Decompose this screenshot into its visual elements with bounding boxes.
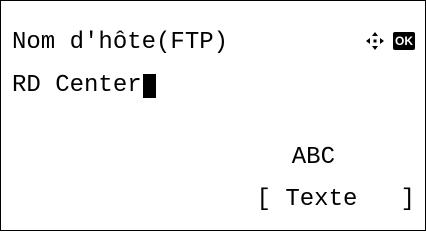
status-icons: OK xyxy=(365,31,415,51)
text-cursor xyxy=(142,74,156,98)
softkey-bracket-left: [ xyxy=(256,186,271,213)
softkey-label: Texte xyxy=(285,186,358,213)
input-mode-indicator: ABC xyxy=(291,144,335,171)
softkey-bracket-right: ] xyxy=(400,186,415,213)
input-value: RD Center xyxy=(12,72,142,99)
ok-key-icon: OK xyxy=(393,32,415,50)
lcd-panel: Nom d'hôte(FTP) OK RD Center ABC [ Texte… xyxy=(0,0,426,231)
text-input-field[interactable]: RD Center xyxy=(12,72,156,100)
softkey-text-button[interactable]: [ Texte ] xyxy=(257,186,415,214)
field-title: Nom d'hôte(FTP) xyxy=(12,29,229,56)
navigation-cross-icon xyxy=(366,32,384,50)
